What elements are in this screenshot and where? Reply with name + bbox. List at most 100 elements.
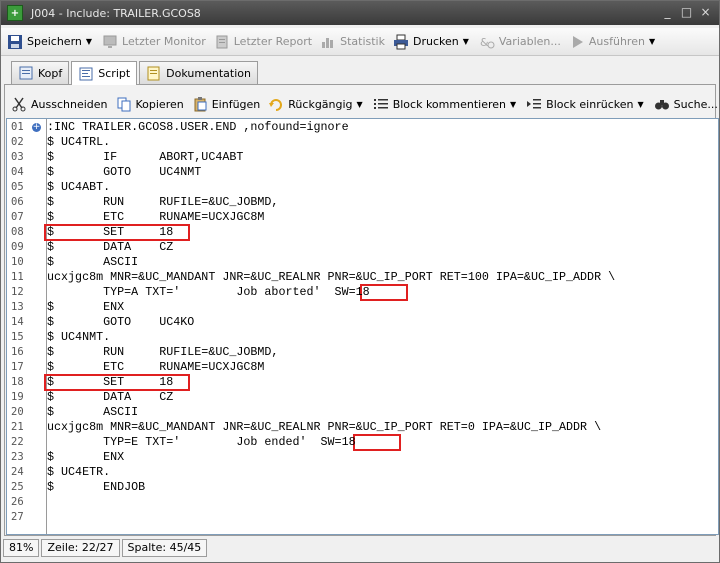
save-button[interactable]: Speichern ▼ — [7, 31, 94, 53]
chevron-down-icon[interactable]: ▼ — [463, 37, 469, 46]
statistics-label: Statistik — [340, 35, 385, 48]
chevron-down-icon[interactable]: ▼ — [86, 37, 92, 46]
line-number: 05 — [11, 181, 24, 193]
indent-block-button[interactable]: Block einrücken ▼ — [526, 93, 645, 115]
clipboard-icon — [194, 97, 207, 112]
app-icon: + — [7, 5, 23, 21]
copy-button[interactable]: Kopieren — [116, 93, 184, 115]
copy-label: Kopieren — [135, 97, 184, 111]
code-line: TYP=A TXT=' Job aborted' SW=18 — [47, 285, 370, 299]
chevron-down-icon[interactable]: ▼ — [637, 100, 643, 109]
tab-label: Script — [98, 67, 131, 80]
tab-bar: Kopf Script Dokumentation — [11, 61, 260, 85]
fold-expand-icon[interactable]: + — [32, 123, 41, 132]
code-line: $ GOTO UC4KO — [47, 315, 195, 329]
chevron-down-icon[interactable]: ▼ — [510, 100, 516, 109]
indent-icon — [527, 99, 542, 109]
line-number: 23 — [11, 451, 24, 463]
printer-icon — [394, 34, 408, 49]
last-monitor-label: Letzter Monitor — [122, 35, 206, 48]
last-monitor-button[interactable]: Letzter Monitor — [102, 31, 206, 53]
svg-text:&: & — [480, 36, 489, 49]
code-line: $ SET 18 — [47, 225, 174, 239]
tab-label: Kopf — [38, 66, 63, 80]
execute-label: Ausführen — [588, 35, 645, 48]
line-number: 19 — [11, 391, 24, 403]
line-number: 11 — [11, 271, 24, 283]
line-number: 25 — [11, 481, 24, 493]
statistics-button[interactable]: Statistik — [320, 31, 385, 53]
code-line: $ ASCII — [47, 255, 139, 269]
code-line: $ UC4NMT. — [47, 330, 111, 344]
code-line: $ DATA CZ — [47, 240, 174, 254]
copy-icon — [117, 97, 130, 112]
floppy-disk-icon — [8, 34, 22, 49]
code-line: $ GOTO UC4NMT — [47, 165, 202, 179]
search-button[interactable]: Suche... — [654, 93, 718, 115]
code-line: $ DATA CZ — [47, 390, 174, 404]
line-number: 06 — [11, 196, 24, 208]
line-number: 08 — [11, 226, 24, 238]
search-label: Suche... — [673, 97, 718, 111]
binoculars-icon — [654, 100, 669, 110]
line-number: 14 — [11, 316, 24, 328]
line-number: 17 — [11, 361, 24, 373]
code-line: ucxjgc8m MNR=&UC_MANDANT JNR=&UC_REALNR … — [47, 420, 602, 434]
undo-button[interactable]: Rückgängig ▼ — [268, 93, 364, 115]
comment-block-icon — [373, 99, 388, 109]
header-icon — [19, 66, 33, 80]
code-line: $ ENX — [47, 450, 125, 464]
line-number: 16 — [11, 346, 24, 358]
last-report-label: Letzter Report — [233, 35, 313, 48]
status-bar: 81% Zeile: 22/27 Spalte: 45/45 — [3, 538, 209, 558]
line-number: 15 — [11, 331, 24, 343]
paste-button[interactable]: Einfügen — [192, 93, 261, 115]
save-label: Speichern — [27, 35, 82, 48]
tab-label: Dokumentation — [166, 66, 251, 80]
execute-button[interactable]: Ausführen ▼ — [569, 31, 657, 53]
line-number: 12 — [11, 286, 24, 298]
maximize-button[interactable]: □ — [679, 5, 694, 20]
window-controls: _ □ × — [660, 5, 713, 20]
chevron-down-icon[interactable]: ▼ — [649, 37, 655, 46]
code-line: ucxjgc8m MNR=&UC_MANDANT JNR=&UC_REALNR … — [47, 270, 616, 284]
column-position: Spalte: 45/45 — [121, 539, 208, 557]
code-line: $ RUN RUFILE=&UC_JOBMD, — [47, 195, 279, 209]
line-number: 07 — [11, 211, 24, 223]
play-icon — [572, 35, 583, 48]
application-window: + J004 - Include: TRAILER.GCOS8 _ □ × Sp… — [0, 0, 720, 563]
cut-button[interactable]: Ausschneiden — [11, 93, 108, 115]
tab-dokumentation[interactable]: Dokumentation — [139, 61, 258, 84]
minimize-button[interactable]: _ — [660, 5, 675, 20]
variables-label: Variablen... — [498, 35, 561, 48]
script-editor[interactable]: + 01 02 03 04 05 06 07 08 09 10 11 12 13 14 15 16 17 18 19… — [6, 118, 719, 535]
cut-label: Ausschneiden — [31, 97, 108, 111]
line-number: 02 — [11, 136, 24, 148]
line-number: 21 — [11, 421, 24, 433]
line-number: 20 — [11, 406, 24, 418]
bar-chart-icon — [322, 37, 334, 48]
code-line: $ UC4ETR. — [47, 465, 111, 479]
variables-button[interactable]: & Variablen... — [479, 31, 561, 53]
comment-block-button[interactable]: Block kommentieren ▼ — [373, 93, 518, 115]
tab-script[interactable]: Script — [71, 61, 138, 85]
code-line: $ ETC RUNAME=UCXJGC8M — [47, 210, 265, 224]
code-line: $ ASCII — [47, 405, 139, 419]
tab-kopf[interactable]: Kopf — [11, 61, 70, 84]
report-icon — [216, 35, 228, 48]
last-report-button[interactable]: Letzter Report — [214, 31, 312, 53]
chevron-down-icon[interactable]: ▼ — [357, 100, 363, 109]
code-line: TYP=E TXT=' Job ended' SW=18 — [47, 435, 356, 449]
main-toolbar: Speichern ▼ Letzter Monitor Letzter Repo… — [1, 28, 719, 56]
code-line: :INC TRAILER.GCOS8.USER.END ,nofound=ign… — [47, 120, 349, 134]
scissors-icon — [12, 97, 26, 112]
line-number: 04 — [11, 166, 24, 178]
paste-label: Einfügen — [211, 97, 261, 111]
line-number: 22 — [11, 436, 24, 448]
print-button[interactable]: Drucken ▼ — [393, 31, 471, 53]
close-button[interactable]: × — [698, 5, 713, 20]
line-number: 01 — [11, 121, 24, 133]
zoom-level[interactable]: 81% — [3, 539, 40, 557]
line-number: 09 — [11, 241, 24, 253]
code-line: $ ENDJOB — [47, 480, 146, 494]
